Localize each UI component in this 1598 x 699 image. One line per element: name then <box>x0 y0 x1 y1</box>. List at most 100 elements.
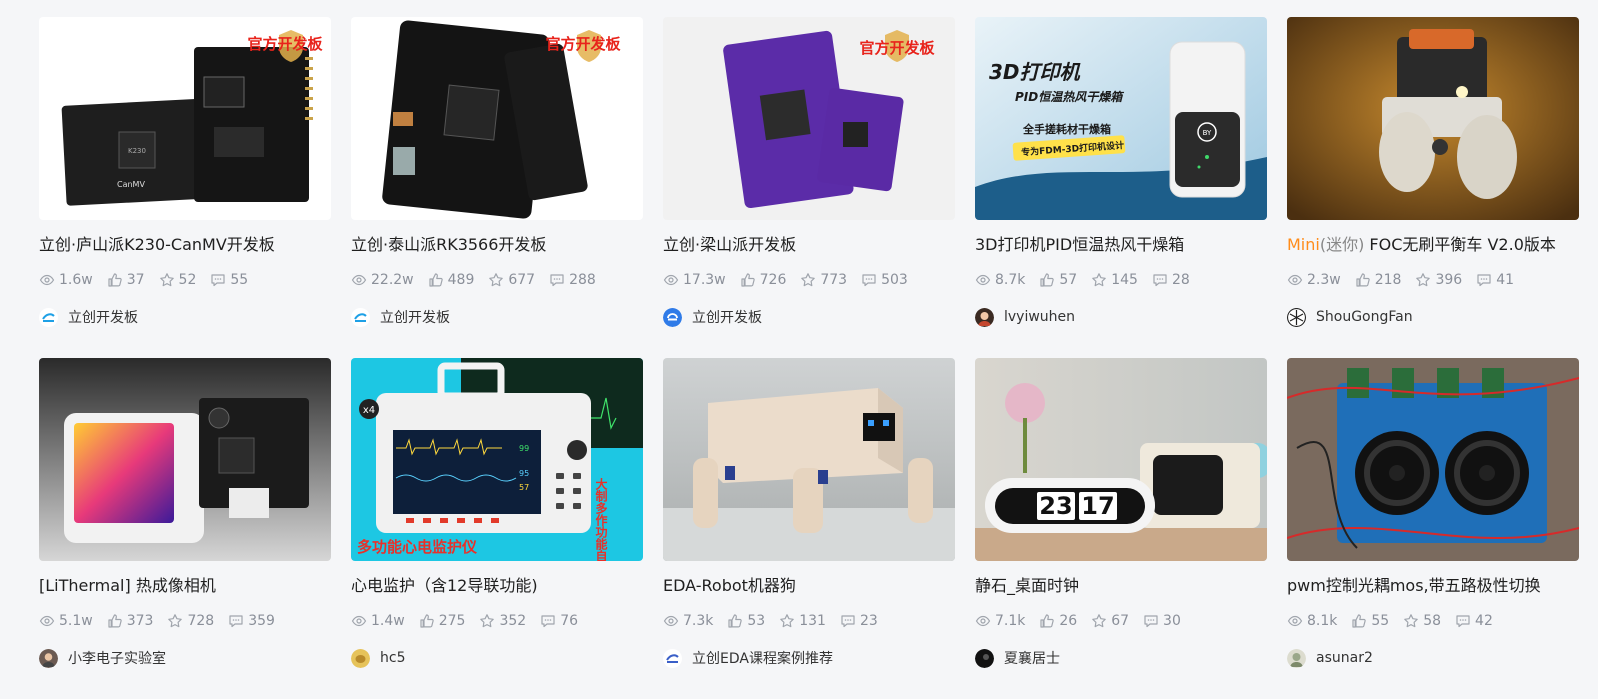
author-link[interactable]: 立创开发板 <box>351 307 643 327</box>
star-icon[interactable] <box>159 272 175 288</box>
author-link[interactable]: 小李电子实验室 <box>39 648 331 668</box>
comment-icon[interactable] <box>840 613 856 629</box>
author-name: ShouGongFan <box>1316 309 1413 325</box>
comment-icon[interactable] <box>1455 613 1471 629</box>
project-title[interactable]: 立创·梁山派开发板 <box>663 235 955 255</box>
official-badge: 官方开发板 <box>247 35 323 53</box>
likes-count: 26 <box>1059 613 1078 629</box>
like-icon[interactable] <box>740 272 756 288</box>
likes-count: 57 <box>1059 272 1078 288</box>
stars-count: 131 <box>799 613 826 629</box>
star-icon[interactable] <box>1415 272 1431 288</box>
views-count: 8.1k <box>1307 613 1338 629</box>
views-count: 17.3w <box>683 272 726 288</box>
project-stats: 5.1w 373 728 359 <box>39 612 331 630</box>
author-link[interactable]: ShouGongFan <box>1287 307 1579 327</box>
project-thumbnail[interactable]: 官方开发板 <box>663 17 955 220</box>
project-card[interactable]: 官方开发板 立创·泰山派RK3566开发板 22.2w 489 677 288 … <box>351 17 643 358</box>
comment-icon[interactable] <box>1152 272 1168 288</box>
star-icon[interactable] <box>479 613 495 629</box>
project-thumbnail[interactable] <box>1287 17 1579 220</box>
comments-count: 23 <box>859 613 878 629</box>
avatar <box>663 648 682 668</box>
stars-count: 728 <box>187 613 215 629</box>
views-count: 1.4w <box>371 613 405 629</box>
views-icon <box>39 272 55 288</box>
project-title[interactable]: Mini(迷你) FOC无刷平衡车 V2.0版本 <box>1287 235 1579 255</box>
poster-line1: 3D打印机 <box>989 60 1082 84</box>
like-icon[interactable] <box>1039 613 1055 629</box>
project-thumbnail[interactable]: 官方开发板 <box>351 17 643 220</box>
star-icon[interactable] <box>1091 272 1107 288</box>
author-link[interactable]: lvyiwuhen <box>975 307 1267 327</box>
author-link[interactable]: 立创开发板 <box>663 307 955 327</box>
author-link[interactable]: asunar2 <box>1287 648 1579 668</box>
project-stats: 1.4w 275 352 76 <box>351 612 643 630</box>
avatar <box>351 648 370 668</box>
comment-icon[interactable] <box>540 613 556 629</box>
project-card[interactable]: 3D打印机 PID恒温热风干燥箱 全手搓耗材干燥箱 专为FDM-3D打印机设计 … <box>975 17 1267 358</box>
project-thumbnail[interactable]: 3D打印机 PID恒温热风干燥箱 全手搓耗材干燥箱 专为FDM-3D打印机设计 … <box>975 17 1267 220</box>
project-card[interactable]: 23 17 静石_桌面时钟 7.1k 26 67 30 夏襄居士 <box>975 358 1267 699</box>
project-card[interactable]: [LiThermal] 热成像相机 5.1w 373 728 359 小李电子实… <box>39 358 331 699</box>
like-icon[interactable] <box>107 272 123 288</box>
star-icon[interactable] <box>1091 613 1107 629</box>
screen-value-2: 95 <box>519 469 529 478</box>
project-thumbnail[interactable]: K230 CanMV 官方开发板 <box>39 17 331 220</box>
comment-icon[interactable] <box>1143 613 1159 629</box>
comment-icon[interactable] <box>549 272 565 288</box>
project-stats: 8.7k 57 145 28 <box>975 271 1267 289</box>
star-icon[interactable] <box>1403 613 1419 629</box>
title-highlight: Mini <box>1287 235 1320 254</box>
like-icon[interactable] <box>107 613 123 629</box>
star-icon[interactable] <box>800 272 816 288</box>
like-icon[interactable] <box>1351 613 1367 629</box>
stars-count: 396 <box>1435 272 1463 288</box>
like-icon[interactable] <box>419 613 435 629</box>
project-title[interactable]: 静石_桌面时钟 <box>975 576 1267 596</box>
likes-count: 37 <box>126 272 145 288</box>
like-icon[interactable] <box>428 272 444 288</box>
project-card[interactable]: K230 CanMV 官方开发板 立创·庐山派K230-CanMV开发板 1.6… <box>39 17 331 358</box>
clock-hour: 23 <box>1039 492 1072 520</box>
project-title[interactable]: 立创·庐山派K230-CanMV开发板 <box>39 235 331 255</box>
author-name: hc5 <box>380 650 406 666</box>
author-link[interactable]: hc5 <box>351 648 643 668</box>
project-card[interactable]: 官方开发板 立创·梁山派开发板 17.3w 726 773 503 立创开发板 <box>663 17 955 358</box>
like-icon[interactable] <box>727 613 743 629</box>
project-title[interactable]: pwm控制光耦mos,带五路极性切换 <box>1287 576 1579 596</box>
comment-icon[interactable] <box>861 272 877 288</box>
comment-icon[interactable] <box>228 613 244 629</box>
project-stats: 17.3w 726 773 503 <box>663 271 955 289</box>
project-thumbnail[interactable]: 23 17 <box>975 358 1267 561</box>
project-title[interactable]: EDA-Robot机器狗 <box>663 576 955 596</box>
comment-icon[interactable] <box>210 272 226 288</box>
project-stats: 1.6w 37 52 55 <box>39 271 331 289</box>
author-link[interactable]: 立创开发板 <box>39 307 331 327</box>
author-link[interactable]: 夏襄居士 <box>975 648 1267 668</box>
author-link[interactable]: 立创EDA课程案例推荐 <box>663 648 955 668</box>
star-icon[interactable] <box>488 272 504 288</box>
star-icon[interactable] <box>167 613 183 629</box>
like-icon[interactable] <box>1039 272 1055 288</box>
star-icon[interactable] <box>779 613 795 629</box>
author-name: lvyiwuhen <box>1004 309 1076 325</box>
project-card[interactable]: EDA-Robot机器狗 7.3k 53 131 23 立创EDA课程案例推荐 <box>663 358 955 699</box>
like-icon[interactable] <box>1355 272 1371 288</box>
comment-icon[interactable] <box>1476 272 1492 288</box>
project-thumbnail[interactable] <box>1287 358 1579 561</box>
brand-text: CanMV <box>117 180 145 189</box>
project-card[interactable]: pwm控制光耦mos,带五路极性切换 8.1k 55 58 42 asunar2 <box>1287 358 1579 699</box>
screen-value-3: 57 <box>519 483 529 492</box>
project-thumbnail[interactable] <box>39 358 331 561</box>
project-title[interactable]: 3D打印机PID恒温热风干燥箱 <box>975 235 1267 255</box>
project-title[interactable]: 心电监护（含12导联功能) <box>351 576 643 596</box>
project-card[interactable]: 99 95 57 x4 大制多作功能自制 多功能心电监护仪 心电监护（含12导联… <box>351 358 643 699</box>
project-card[interactable]: Mini(迷你) FOC无刷平衡车 V2.0版本 2.3w 218 396 41… <box>1287 17 1579 358</box>
project-thumbnail[interactable] <box>663 358 955 561</box>
project-title[interactable]: [LiThermal] 热成像相机 <box>39 576 331 596</box>
poster-line2: PID恒温热风干燥箱 <box>1015 90 1124 104</box>
views-count: 7.3k <box>683 613 714 629</box>
project-title[interactable]: 立创·泰山派RK3566开发板 <box>351 235 643 255</box>
project-thumbnail[interactable]: 99 95 57 x4 大制多作功能自制 多功能心电监护仪 <box>351 358 643 561</box>
